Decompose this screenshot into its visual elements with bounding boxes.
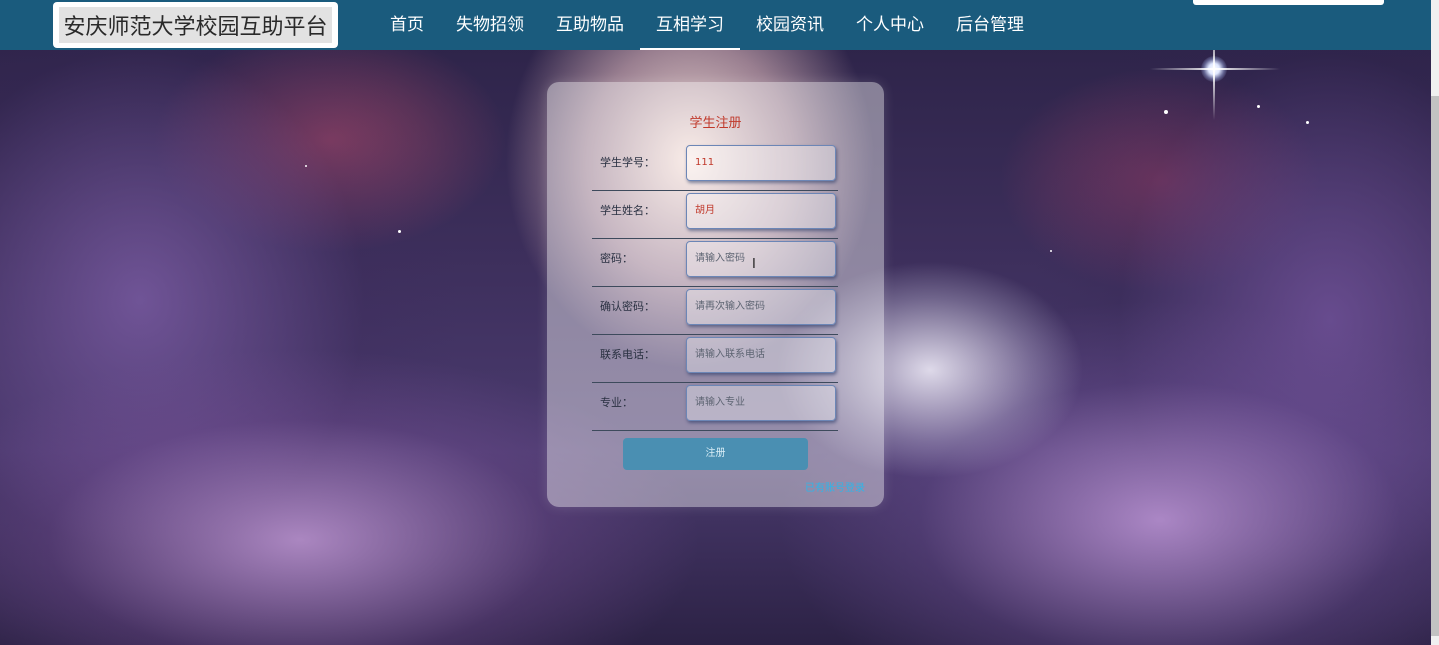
student-id-input[interactable]: 111 [686,145,836,181]
top-navbar: 安庆师范大学校园互助平台 首页 失物招领 互助物品 互相学习 校园资讯 个人中心… [0,0,1431,50]
nav-item-lost-found[interactable]: 失物招领 [440,0,540,50]
field-label: 专业： [600,396,633,409]
scrollbar-thumb[interactable] [1431,96,1439,636]
text-cursor-icon: I [752,257,756,272]
main-nav: 首页 失物招领 互助物品 互相学习 校园资讯 个人中心 后台管理 [374,0,1040,50]
field-label: 学生学号： [600,156,655,169]
major-input[interactable]: 请输入专业 [686,385,836,421]
site-title: 安庆师范大学校园互助平台 [59,7,332,43]
nav-item-mutual-items[interactable]: 互助物品 [540,0,640,50]
form-row-confirm-password: 确认密码： 请再次输入密码 [592,287,838,335]
nav-item-admin[interactable]: 后台管理 [940,0,1040,50]
star [305,165,307,167]
search-box[interactable] [1193,0,1384,5]
form-row-phone: 联系电话： 请输入联系电话 [592,335,838,383]
field-label: 学生姓名： [600,204,655,217]
form-row-major: 专业： 请输入专业 [592,383,838,431]
star [1306,121,1309,124]
phone-input[interactable]: 请输入联系电话 [686,337,836,373]
register-card: 学生注册 学生学号： 111 学生姓名： 胡月 密码： 请输入密码 确认密码： … [547,82,884,507]
password-input[interactable]: 请输入密码 [686,241,836,277]
login-link[interactable]: 已有账号登录 [805,479,865,494]
nav-item-mutual-learning[interactable]: 互相学习 [640,0,740,50]
star [1164,110,1168,114]
star [398,230,401,233]
nav-item-personal-center[interactable]: 个人中心 [840,0,940,50]
student-name-input[interactable]: 胡月 [686,193,836,229]
field-label: 密码： [600,252,633,265]
register-button[interactable]: 注册 [623,438,808,470]
page-scrollbar[interactable] [1431,0,1439,645]
confirm-password-input[interactable]: 请再次输入密码 [686,289,836,325]
form-row-student-name: 学生姓名： 胡月 [592,191,838,239]
form-row-password: 密码： 请输入密码 [592,239,838,287]
nav-item-home[interactable]: 首页 [374,0,440,50]
field-label: 联系电话： [600,348,655,361]
site-logo[interactable]: 安庆师范大学校园互助平台 [53,2,338,48]
field-label: 确认密码： [600,300,655,313]
star-flare [1150,68,1280,70]
star [1257,105,1260,108]
nav-item-campus-news[interactable]: 校园资讯 [740,0,840,50]
form-title: 学生注册 [689,116,742,131]
star [1050,250,1052,252]
form-row-student-id: 学生学号： 111 [592,143,838,191]
